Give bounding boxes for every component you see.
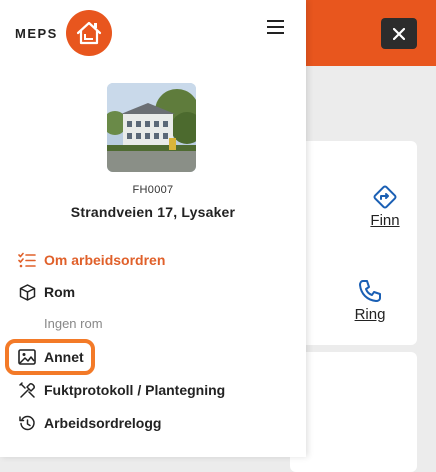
- find-action[interactable]: Finn: [340, 184, 430, 229]
- call-action[interactable]: Ring: [325, 278, 415, 323]
- close-button[interactable]: [381, 18, 417, 49]
- info-card-2: [290, 352, 417, 472]
- house-logo-icon: [65, 10, 112, 56]
- close-icon: [393, 27, 405, 40]
- cube-icon: [17, 282, 37, 302]
- directions-icon: [373, 185, 397, 209]
- phone-icon: [359, 280, 381, 302]
- property-address: Strandveien 17, Lysaker: [70, 204, 236, 220]
- call-label[interactable]: Ring: [325, 306, 415, 323]
- nav-item-rom[interactable]: Rom: [17, 280, 75, 304]
- nav-label: Om arbeidsordren: [44, 252, 166, 268]
- image-icon: [17, 347, 37, 367]
- property-photo: [107, 83, 196, 172]
- find-label[interactable]: Finn: [340, 212, 430, 229]
- property-code: FH0007: [132, 184, 174, 196]
- brand-name: MEPS: [15, 25, 58, 41]
- nav-label: Fuktprotokoll / Plantegning: [44, 382, 226, 398]
- side-drawer: MEPS FH0007 Strandveien 17, Lysaker Om a…: [0, 0, 306, 457]
- brand[interactable]: MEPS: [15, 10, 112, 56]
- checklist-icon: [17, 250, 37, 270]
- menu-icon[interactable]: [267, 20, 284, 36]
- tools-icon: [17, 380, 37, 400]
- nav-label: Rom: [44, 284, 76, 300]
- nav-item-arbeidsordrelogg[interactable]: Arbeidsordrelogg: [17, 411, 161, 435]
- nav-item-annet[interactable]: Annet: [17, 345, 84, 369]
- nav-label: Annet: [44, 349, 84, 365]
- history-icon: [17, 413, 37, 433]
- empty-rooms-text: Ingen rom: [44, 316, 103, 331]
- nav-label: Arbeidsordrelogg: [44, 415, 162, 431]
- nav-item-fuktprotokoll[interactable]: Fuktprotokoll / Plantegning: [17, 378, 225, 402]
- nav-item-om-arbeidsordren[interactable]: Om arbeidsordren: [17, 248, 165, 272]
